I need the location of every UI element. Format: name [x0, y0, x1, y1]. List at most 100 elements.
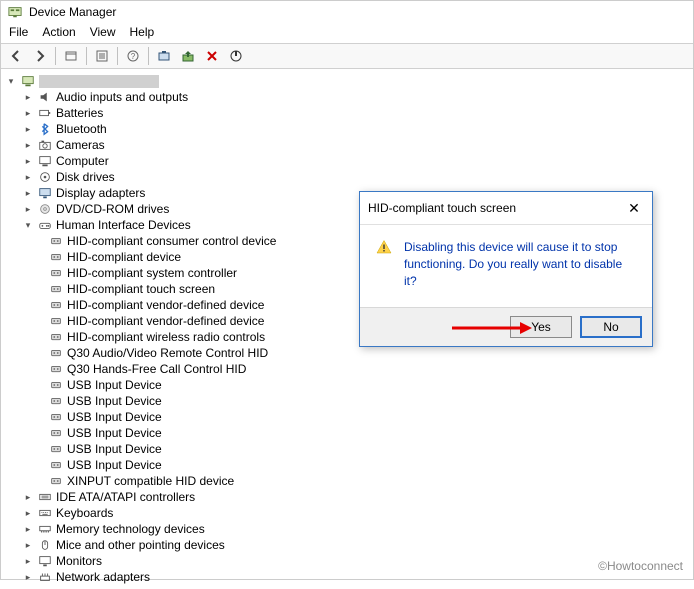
expander-icon[interactable]: ▸ [22, 555, 34, 567]
properties-button[interactable] [91, 45, 113, 67]
category-label: Batteries [56, 105, 103, 121]
no-button[interactable]: No [580, 316, 642, 338]
expander-icon[interactable]: ▸ [22, 203, 34, 215]
uninstall-device-button[interactable] [201, 45, 223, 67]
menu-file[interactable]: File [9, 25, 28, 41]
confirm-disable-dialog: HID-compliant touch screen ✕ Disabling t… [359, 191, 653, 347]
close-icon[interactable]: ✕ [624, 198, 644, 218]
device-node[interactable]: USB Input Device [5, 457, 691, 473]
device-label: HID-compliant consumer control device [67, 233, 276, 249]
menu-help[interactable]: Help [130, 25, 155, 41]
category-node[interactable]: ▸ Bluetooth [5, 121, 691, 137]
forward-button[interactable] [29, 45, 51, 67]
device-node[interactable]: USB Input Device [5, 409, 691, 425]
expander-icon[interactable]: ▸ [22, 539, 34, 551]
hid-dev-icon [48, 297, 64, 313]
category-label: Computer [56, 153, 109, 169]
expander-icon[interactable]: ▸ [22, 491, 34, 503]
device-label: Q30 Hands-Free Call Control HID [67, 361, 246, 377]
device-node[interactable]: USB Input Device [5, 377, 691, 393]
dialog-buttons: Yes No [360, 307, 652, 346]
category-node[interactable]: ▸ Memory technology devices [5, 521, 691, 537]
category-label: Audio inputs and outputs [56, 89, 188, 105]
category-node[interactable]: ▸ IDE ATA/ATAPI controllers [5, 489, 691, 505]
device-node[interactable]: USB Input Device [5, 425, 691, 441]
toolbar-separator [148, 47, 149, 65]
device-node[interactable]: Q30 Audio/Video Remote Control HID [5, 345, 691, 361]
device-label: USB Input Device [67, 409, 162, 425]
hid-dev-icon [48, 329, 64, 345]
tree-root[interactable]: ▾ [5, 73, 691, 89]
device-label: Q30 Audio/Video Remote Control HID [67, 345, 268, 361]
expander-icon[interactable]: ▸ [22, 155, 34, 167]
disable-device-button[interactable] [225, 45, 247, 67]
device-label: HID-compliant system controller [67, 265, 237, 281]
toolbar-separator [117, 47, 118, 65]
expander-icon[interactable]: ▸ [22, 187, 34, 199]
back-button[interactable] [5, 45, 27, 67]
device-label: USB Input Device [67, 393, 162, 409]
menu-view[interactable]: View [90, 25, 116, 41]
app-icon [7, 4, 23, 20]
bluetooth-icon [37, 121, 53, 137]
category-node[interactable]: ▸ Keyboards [5, 505, 691, 521]
hid-dev-icon [48, 345, 64, 361]
category-node[interactable]: ▸ Disk drives [5, 169, 691, 185]
category-node[interactable]: ▸ Batteries [5, 105, 691, 121]
device-node[interactable]: USB Input Device [5, 441, 691, 457]
hid-dev-icon [48, 441, 64, 457]
scan-hardware-button[interactable] [153, 45, 175, 67]
dialog-message: Disabling this device will cause it to s… [404, 239, 636, 289]
expander-icon[interactable]: ▾ [5, 75, 17, 87]
category-node[interactable]: ▸ Computer [5, 153, 691, 169]
computer-icon [37, 153, 53, 169]
category-label: Monitors [56, 553, 102, 569]
expander-icon[interactable]: ▸ [22, 123, 34, 135]
update-driver-button[interactable] [177, 45, 199, 67]
device-label: USB Input Device [67, 425, 162, 441]
device-label: HID-compliant wireless radio controls [67, 329, 265, 345]
hid-dev-icon [48, 265, 64, 281]
help-button[interactable]: ? [122, 45, 144, 67]
category-node[interactable]: ▸ Network adapters [5, 569, 691, 585]
device-node[interactable]: Q30 Hands-Free Call Control HID [5, 361, 691, 377]
hid-dev-icon [48, 377, 64, 393]
expander-icon[interactable]: ▸ [22, 139, 34, 151]
toolbar-separator [55, 47, 56, 65]
dialog-titlebar: HID-compliant touch screen ✕ [360, 192, 652, 225]
category-node[interactable]: ▸ Cameras [5, 137, 691, 153]
expander-icon[interactable]: ▸ [22, 507, 34, 519]
warning-icon [376, 239, 392, 255]
hid-dev-icon [48, 457, 64, 473]
yes-button[interactable]: Yes [510, 316, 572, 338]
expander-icon[interactable]: ▸ [22, 571, 34, 583]
hid-dev-icon [48, 281, 64, 297]
keyboard-icon [37, 505, 53, 521]
expander-icon[interactable]: ▸ [22, 107, 34, 119]
category-label: DVD/CD-ROM drives [56, 201, 169, 217]
watermark: ©Howtoconnect [598, 559, 683, 573]
category-label: Keyboards [56, 505, 113, 521]
device-node[interactable]: USB Input Device [5, 393, 691, 409]
category-node[interactable]: ▸ Audio inputs and outputs [5, 89, 691, 105]
expander-icon[interactable]: ▸ [22, 171, 34, 183]
show-hidden-button[interactable] [60, 45, 82, 67]
menu-action[interactable]: Action [42, 25, 75, 41]
computer-name-redacted [39, 75, 159, 88]
device-label: HID-compliant touch screen [67, 281, 215, 297]
expander-icon[interactable]: ▸ [22, 523, 34, 535]
hid-dev-icon [48, 313, 64, 329]
expander-icon[interactable]: ▸ [22, 91, 34, 103]
category-node[interactable]: ▸ Mice and other pointing devices [5, 537, 691, 553]
ide-icon [37, 489, 53, 505]
svg-text:?: ? [131, 52, 136, 61]
toolbar-separator [86, 47, 87, 65]
hid-dev-icon [48, 233, 64, 249]
category-node[interactable]: ▸ Monitors [5, 553, 691, 569]
dialog-body: Disabling this device will cause it to s… [360, 225, 652, 307]
expander-icon[interactable]: ▾ [22, 219, 34, 231]
category-label: Mice and other pointing devices [56, 537, 225, 553]
hid-dev-icon [48, 473, 64, 489]
device-label: HID-compliant vendor-defined device [67, 297, 264, 313]
device-node[interactable]: XINPUT compatible HID device [5, 473, 691, 489]
